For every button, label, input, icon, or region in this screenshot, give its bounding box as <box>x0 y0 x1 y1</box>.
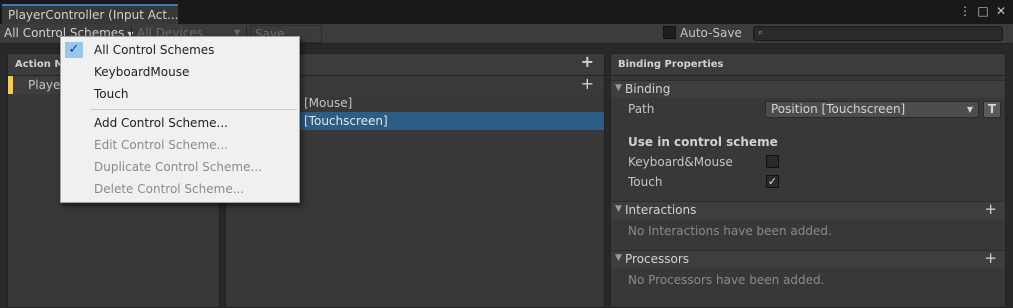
triangle-down-icon: ▼ <box>615 253 622 263</box>
text-mode-button[interactable]: T <box>983 101 1001 118</box>
binding-properties-header: Binding Properties <box>611 54 1005 76</box>
close-icon[interactable]: ✕ <box>995 4 1007 18</box>
action-map-label: Playe <box>28 78 61 92</box>
use-in-scheme-label: Use in control scheme <box>628 135 778 149</box>
menu-item-touch[interactable]: Touch <box>61 83 299 105</box>
menu-item-label: Edit Control Scheme... <box>94 138 228 152</box>
processors-section-header[interactable]: ▼ Processors + <box>611 249 1005 268</box>
scheme-keyboard-mouse-checkbox[interactable] <box>766 155 779 168</box>
chevron-down-icon: ▼ <box>966 105 973 114</box>
menu-item-all-control-schemes[interactable]: ✓ All Control Schemes <box>61 39 299 61</box>
path-value: Position [Touchscreen] <box>771 102 906 116</box>
add-binding-icon[interactable]: + <box>581 74 594 93</box>
scheme-touch-checkbox[interactable]: ✓ <box>766 175 779 188</box>
menu-item-label: All Control Schemes <box>94 43 215 57</box>
binding-properties-panel: Binding Properties ▼ Binding Path Positi… <box>610 53 1006 308</box>
menu-item-edit-control-scheme: Edit Control Scheme... <box>61 134 299 156</box>
interactions-section-header[interactable]: ▼ Interactions + <box>611 200 1005 219</box>
add-action-icon[interactable]: + <box>581 52 594 71</box>
checkmark-icon: ✓ <box>65 42 83 58</box>
window-tab-bar: PlayerController (Input Act... ⋮ □ ✕ <box>0 0 1013 24</box>
scheme-touch-label: Touch <box>628 175 663 189</box>
path-label: Path <box>628 102 655 116</box>
menu-item-delete-control-scheme: Delete Control Scheme... <box>61 178 299 200</box>
processors-empty-text: No Processors have been added. <box>628 273 825 287</box>
triangle-down-icon: ▼ <box>615 204 622 214</box>
auto-save-checkbox[interactable] <box>663 26 676 39</box>
search-icon: ⌕ <box>758 28 764 38</box>
menu-item-label: Add Control Scheme... <box>94 116 228 130</box>
menu-item-label: KeyboardMouse <box>94 65 190 79</box>
path-dropdown[interactable]: Position [Touchscreen] ▼ <box>765 101 979 118</box>
more-options-icon[interactable]: ⋮ <box>959 4 971 18</box>
search-input[interactable]: ⌕ <box>753 26 1003 41</box>
interactions-empty-text: No Interactions have been added. <box>628 224 832 238</box>
menu-item-label: Delete Control Scheme... <box>94 182 245 196</box>
menu-item-label: Duplicate Control Scheme... <box>94 160 262 174</box>
menu-item-duplicate-control-scheme: Duplicate Control Scheme... <box>61 156 299 178</box>
maximize-icon[interactable]: □ <box>977 4 989 18</box>
checkmark-icon: ✓ <box>767 175 778 188</box>
map-marker <box>8 76 13 94</box>
processors-section-title: Processors <box>625 252 690 266</box>
menu-item-keyboard-mouse[interactable]: KeyboardMouse <box>61 61 299 83</box>
add-processor-icon[interactable]: + <box>984 249 997 267</box>
menu-item-add-control-scheme[interactable]: Add Control Scheme... <box>61 112 299 134</box>
control-schemes-menu: ✓ All Control Schemes KeyboardMouse Touc… <box>60 36 300 203</box>
triangle-down-icon: ▼ <box>615 83 622 93</box>
binding-section-title: Binding <box>625 82 671 96</box>
menu-item-label: Touch <box>94 87 129 101</box>
auto-save-label: Auto-Save <box>680 26 742 40</box>
add-interaction-icon[interactable]: + <box>984 200 997 218</box>
scheme-keyboard-mouse-label: Keyboard&Mouse <box>628 155 733 169</box>
binding-label: [Mouse] <box>304 96 353 110</box>
interactions-section-title: Interactions <box>625 203 697 217</box>
window-controls: ⋮ □ ✕ <box>959 4 1007 18</box>
binding-section-header[interactable]: ▼ Binding <box>611 80 1005 98</box>
binding-label: [Touchscreen] <box>304 114 388 128</box>
window-tab[interactable]: PlayerController (Input Act... <box>2 4 178 24</box>
menu-separator <box>91 109 297 110</box>
